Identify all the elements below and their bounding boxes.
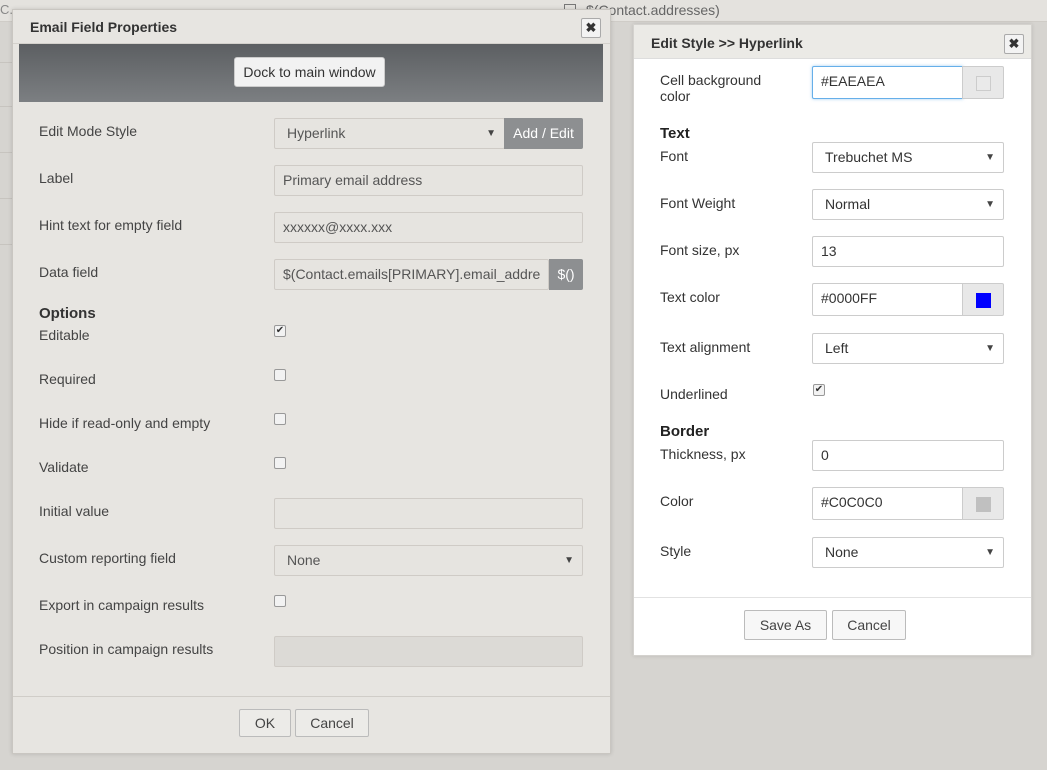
cancel-button[interactable]: Cancel [295,709,369,737]
save-as-button[interactable]: Save As [744,610,827,640]
border-color-label: Color [660,493,694,509]
color-swatch [976,293,991,308]
chevron-down-icon: ▼ [985,547,995,558]
initial-value-label: Initial value [39,503,110,519]
border-heading: Border [660,423,710,440]
font-select[interactable]: Trebuchet MS ▼ [812,142,1004,173]
dialog-header[interactable]: Edit Style >> Hyperlink ✖ [634,25,1031,59]
background-divider [0,106,12,107]
chevron-down-icon: ▼ [985,199,995,210]
label-input[interactable]: Primary email address [274,165,583,196]
required-label: Required [39,371,96,387]
close-icon[interactable]: ✖ [1004,34,1024,54]
ok-button[interactable]: OK [239,709,291,737]
text-color-picker[interactable] [962,283,1004,316]
data-field-input[interactable]: $(Contact.emails[PRIMARY].email_addre [274,259,549,290]
text-alignment-value: Left [825,340,849,356]
validate-checkbox[interactable] [274,457,286,469]
border-style-value: None [825,544,859,560]
export-results-checkbox[interactable] [274,595,286,607]
editable-label: Editable [39,327,90,343]
label-label: Label [39,170,74,186]
dock-to-main-window-button[interactable]: Dock to main window [234,57,385,87]
hint-text-input[interactable]: xxxxxx@xxxx.xxx [274,212,583,243]
position-results-input [274,636,583,667]
background-divider [0,244,12,245]
text-color-input[interactable]: #0000FF [812,283,963,316]
add-edit-button[interactable]: Add / Edit [504,118,583,149]
cell-background-color-picker[interactable] [962,66,1004,99]
font-weight-select[interactable]: Normal ▼ [812,189,1004,220]
font-weight-value: Normal [825,196,871,212]
validate-label: Validate [39,459,89,475]
required-checkbox[interactable] [274,369,286,381]
color-swatch [976,76,991,91]
check-icon: ✔ [814,384,824,395]
custom-reporting-select[interactable]: None ▼ [274,545,583,576]
check-icon: ✔ [275,325,285,336]
dialog-title: Edit Style >> Hyperlink [651,35,803,51]
font-size-input[interactable]: 13 [812,236,1004,267]
cancel-button[interactable]: Cancel [832,610,906,640]
custom-reporting-label: Custom reporting field [39,550,176,566]
hint-text-label: Hint text for empty field [39,217,183,233]
thickness-input[interactable]: 0 [812,440,1004,471]
font-weight-label: Font Weight [660,195,736,211]
hide-if-empty-checkbox[interactable] [274,413,286,425]
border-color-picker[interactable] [962,487,1004,520]
custom-reporting-value: None [287,552,321,568]
data-field-picker-button[interactable]: $() [549,259,583,290]
text-alignment-select[interactable]: Left ▼ [812,333,1004,364]
close-icon[interactable]: ✖ [581,18,601,38]
chevron-down-icon: ▼ [486,128,496,139]
border-style-label: Style [660,543,692,559]
footer-divider [634,597,1031,598]
cell-background-label-line2: color [660,88,691,104]
background-divider [0,152,12,153]
background-divider [0,198,12,199]
edit-style-dialog: Edit Style >> Hyperlink ✖ Cell backgroun… [633,24,1032,656]
cell-background-label: Cell background [660,72,762,88]
dialog-title: Email Field Properties [30,19,178,35]
position-results-label: Position in campaign results [39,641,214,657]
dock-bar: Dock to main window [19,44,603,102]
chevron-down-icon: ▼ [564,555,574,566]
border-color-input[interactable]: #C0C0C0 [812,487,963,520]
underlined-label: Underlined [660,386,728,402]
chevron-down-icon: ▼ [985,152,995,163]
text-alignment-label: Text alignment [660,339,751,355]
dialog-header[interactable]: Email Field Properties ✖ [13,10,610,44]
border-style-select[interactable]: None ▼ [812,537,1004,568]
text-color-label: Text color [660,289,720,305]
color-swatch [976,497,991,512]
email-field-properties-dialog: Email Field Properties ✖ Dock to main wi… [12,9,611,754]
thickness-label: Thickness, px [660,446,746,462]
footer-divider [13,696,610,697]
text-heading: Text [660,125,690,142]
underlined-checkbox[interactable]: ✔ [813,384,825,396]
options-heading: Options [39,305,96,322]
edit-mode-style-select[interactable]: Hyperlink ▼ [274,118,505,149]
edit-mode-style-value: Hyperlink [287,125,346,141]
cell-background-color-input[interactable]: #EAEAEA [812,66,963,99]
background-divider [0,62,12,63]
hide-if-empty-label: Hide if read-only and empty [39,415,211,431]
font-label: Font [660,148,689,164]
font-value: Trebuchet MS [825,149,913,165]
export-results-label: Export in campaign results [39,597,204,613]
font-size-label: Font size, px [660,242,740,258]
edit-mode-style-label: Edit Mode Style [39,123,138,139]
data-field-label: Data field [39,264,99,280]
editable-checkbox[interactable]: ✔ [274,325,286,337]
chevron-down-icon: ▼ [985,343,995,354]
initial-value-input[interactable] [274,498,583,529]
